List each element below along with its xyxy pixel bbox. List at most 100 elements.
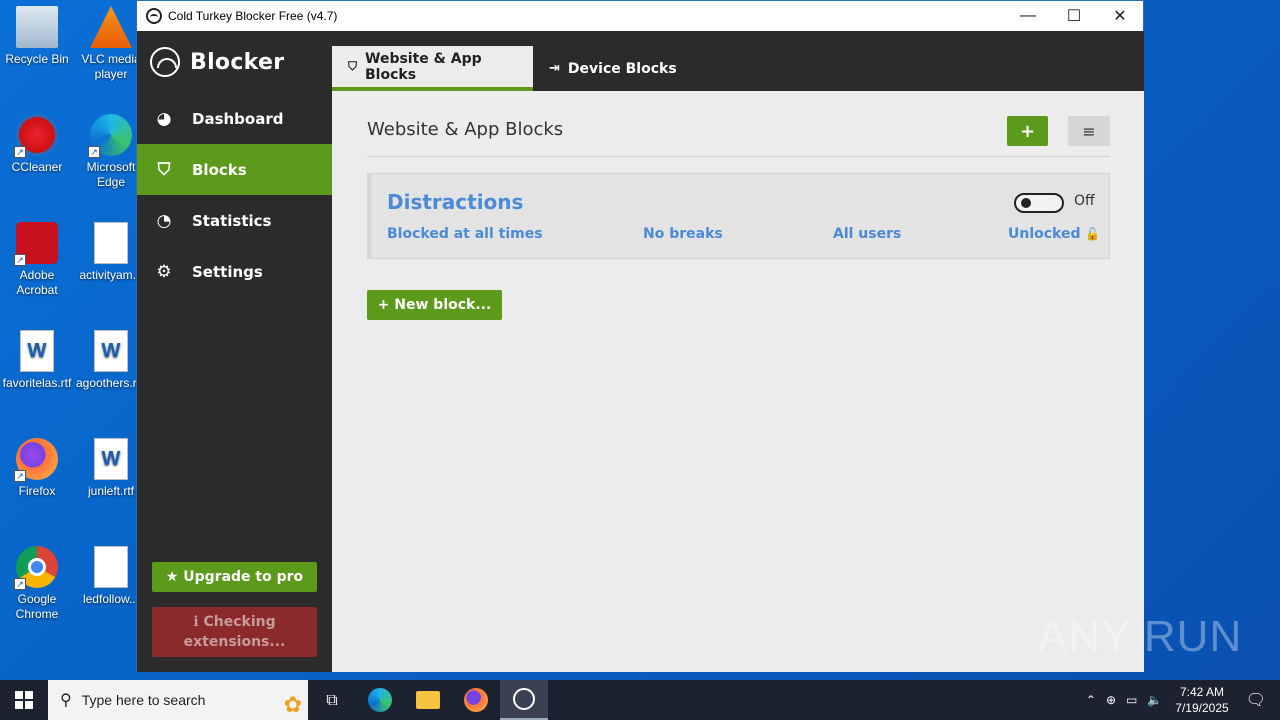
block-card[interactable]: Distractions Off Blocked at all times No… [367, 173, 1110, 259]
shield-icon: ⛉ [348, 59, 358, 73]
watermark: ANY RUN [1038, 612, 1243, 661]
desktop-icon-chrome[interactable]: ↗ Google Chrome [0, 540, 74, 622]
device-icon[interactable]: ⊕ [1106, 693, 1116, 707]
sidebar-item-label: Blocks [192, 160, 247, 179]
clock-time: 7:42 AM [1179, 685, 1224, 699]
network-icon[interactable]: ▭ [1126, 693, 1137, 707]
edge-icon [368, 688, 392, 712]
image-file-icon [94, 222, 128, 264]
desktop-icon-label: Recycle Bin [5, 52, 69, 66]
sidebar-item-statistics[interactable]: ◔ Statistics [137, 195, 332, 246]
sidebar: Blocker ◕ Dashboard ⛉ Blocks ◔ Statistic… [137, 31, 332, 672]
desktop-icons: Recycle Bin VLC media player ↗ CCleaner … [0, 0, 146, 680]
taskbar-file-explorer[interactable] [404, 680, 452, 720]
notification-icon[interactable]: 🗨 [1246, 690, 1266, 710]
sidebar-item-label: Statistics [192, 211, 272, 230]
block-lock-status[interactable]: Unlocked 🔓 [1008, 226, 1100, 242]
taskbar-firefox[interactable] [452, 680, 500, 720]
desktop-icon-label: CCleaner [11, 160, 63, 174]
desktop-icon-ccleaner[interactable]: ↗ CCleaner [0, 108, 74, 175]
window-title: Cold Turkey Blocker Free (v4.7) [168, 9, 338, 23]
maximize-button[interactable]: ☐ [1051, 1, 1097, 31]
taskbar-edge[interactable] [356, 680, 404, 720]
task-view-icon: ⧉ [326, 690, 338, 709]
desktop-icon-label: favoritelas.rtf [2, 376, 72, 390]
chevron-up-icon[interactable]: ⌃ [1086, 693, 1096, 707]
image-file-icon [94, 546, 128, 588]
block-name[interactable]: Distractions [387, 190, 523, 214]
sidebar-item-dashboard[interactable]: ◕ Dashboard [137, 93, 332, 144]
desktop-icon-favoritelas[interactable]: W favoritelas.rtf [0, 324, 74, 391]
block-users[interactable]: All users [833, 226, 901, 242]
taskbar-cold-turkey[interactable] [500, 680, 548, 720]
menu-button[interactable]: ≡ [1068, 116, 1110, 146]
search-decoration-icon: ✿ [283, 692, 302, 717]
sign-in-icon: ⇥ [549, 61, 560, 76]
taskbar-search[interactable]: ⚲ Type here to search ✿ [48, 680, 308, 720]
close-button[interactable]: ✕ [1097, 1, 1143, 31]
sidebar-item-label: Dashboard [192, 109, 284, 128]
desktop-icon-label: Firefox [18, 484, 56, 498]
cold-turkey-icon [513, 688, 535, 710]
firefox-icon [464, 688, 488, 712]
sidebar-item-blocks[interactable]: ⛉ Blocks [137, 144, 332, 195]
tab-label: Device Blocks [567, 60, 677, 77]
system-tray: ⌃ ⊕ ▭ 🔈 7:42 AM 7/19/2025 🗨 [1081, 680, 1280, 720]
tab-label: Website & App Blocks [365, 50, 482, 83]
sidebar-item-settings[interactable]: ⚙ Settings [137, 246, 332, 297]
brand-name: Blocker [190, 49, 285, 75]
word-doc-icon: W [20, 330, 54, 372]
clock-date: 7/19/2025 [1175, 701, 1229, 715]
upgrade-button[interactable]: ★ Upgrade to pro [152, 562, 317, 592]
block-schedule[interactable]: Blocked at all times [387, 226, 543, 242]
gear-icon: ⚙ [156, 261, 172, 282]
search-placeholder: Type here to search [81, 692, 206, 708]
tab-website-app-blocks[interactable]: ⛉ Website & App Blocks [332, 46, 533, 91]
vlc-icon [90, 6, 132, 48]
checking-extensions-button[interactable]: ℹ Checking extensions... [152, 607, 317, 657]
desktop-icon-recycle-bin[interactable]: Recycle Bin [0, 0, 74, 67]
start-button[interactable] [0, 680, 48, 720]
new-block-button[interactable]: + New block... [367, 290, 502, 320]
tab-device-blocks[interactable]: ⇥ Device Blocks [533, 46, 693, 91]
acrobat-icon: ↗ [14, 222, 58, 266]
unlock-icon: 🔓 [1085, 227, 1101, 241]
lock-label: Unlocked [1008, 226, 1081, 242]
sidebar-item-label: Settings [192, 262, 263, 281]
chrome-icon: ↗ [14, 546, 58, 590]
volume-icon[interactable]: 🔈 [1147, 693, 1162, 707]
shield-icon: ⛉ [157, 159, 171, 180]
desktop-icon-label: Google Chrome [15, 592, 59, 621]
recycle-bin-icon [16, 6, 58, 48]
desktop-icon-firefox[interactable]: ↗ Firefox [0, 432, 74, 499]
title-bar[interactable]: Cold Turkey Blocker Free (v4.7) — ☐ ✕ [137, 1, 1143, 31]
pie-chart-icon: ◔ [156, 210, 172, 231]
page-title: Website & App Blocks [367, 119, 564, 140]
block-breaks[interactable]: No breaks [643, 226, 723, 242]
cold-turkey-logo-icon [150, 47, 180, 77]
firefox-icon: ↗ [14, 438, 58, 482]
cold-turkey-icon [146, 8, 162, 24]
folder-icon [416, 691, 440, 709]
desktop-icon-label: Adobe Acrobat [16, 268, 58, 297]
task-view-button[interactable]: ⧉ [308, 680, 356, 720]
brand: Blocker [137, 31, 332, 93]
minimize-button[interactable]: — [1005, 1, 1051, 31]
clock[interactable]: 7:42 AM 7/19/2025 [1175, 684, 1228, 716]
toggle-state-label: Off [1074, 193, 1095, 209]
block-toggle[interactable] [1014, 193, 1064, 213]
main-panel: Website & App Blocks + ≡ Distractions Of… [332, 91, 1144, 672]
word-doc-icon: W [94, 330, 128, 372]
add-block-button[interactable]: + [1007, 116, 1048, 146]
edge-icon: ↗ [88, 114, 132, 158]
ccleaner-icon: ↗ [14, 114, 58, 158]
desktop-icon-acrobat[interactable]: ↗ Adobe Acrobat [0, 216, 74, 298]
search-icon: ⚲ [60, 692, 72, 709]
app-window: Cold Turkey Blocker Free (v4.7) — ☐ ✕ Bl… [136, 0, 1144, 672]
tab-bar: ⛉ Website & App Blocks ⇥ Device Blocks [332, 31, 1144, 91]
word-doc-icon: W [94, 438, 128, 480]
dashboard-icon: ◕ [156, 108, 172, 129]
divider [367, 156, 1110, 157]
windows-icon [15, 691, 33, 709]
taskbar: ⚲ Type here to search ✿ ⧉ ⌃ ⊕ ▭ 🔈 7:42 A… [0, 680, 1280, 720]
